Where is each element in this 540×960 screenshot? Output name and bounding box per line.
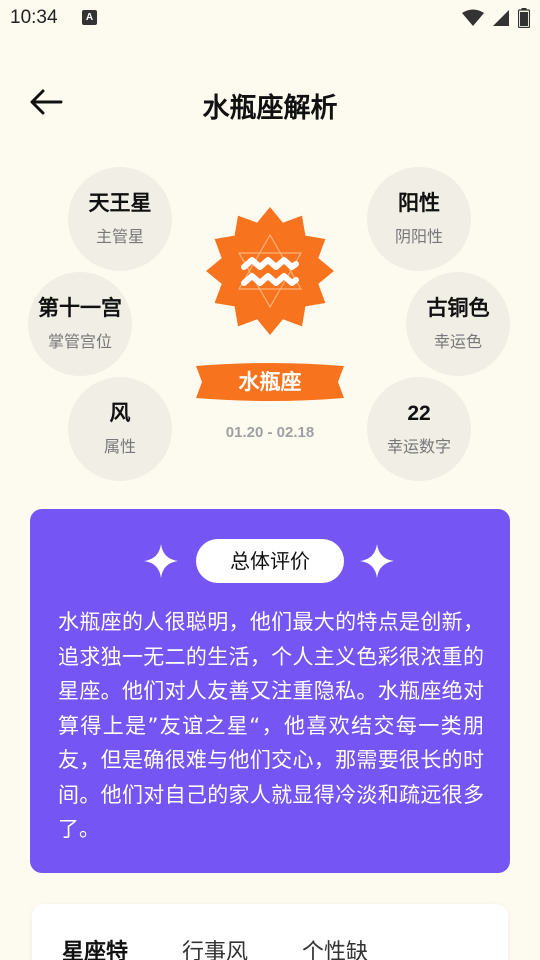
attr-label: 属性 xyxy=(103,436,136,456)
sparkle-icon xyxy=(360,544,394,578)
signal-icon xyxy=(493,10,509,26)
attr-label: 幸运数字 xyxy=(386,436,451,456)
attr-lucky-number: 22 幸运数字 xyxy=(367,377,471,481)
status-icons xyxy=(462,8,530,28)
attr-label: 阴阳性 xyxy=(394,226,443,246)
attr-house: 第十一宫 掌管宫位 xyxy=(28,272,132,376)
battery-icon xyxy=(518,8,530,28)
attr-label: 幸运色 xyxy=(433,331,482,351)
attr-value: 天王星 xyxy=(88,191,152,216)
evaluation-text: 水瓶座的人很聪明，他们最大的特点是创新，追求独一无二的生活，个人主义色彩很浓重的… xyxy=(58,610,484,841)
attr-polarity: 阳性 阴阳性 xyxy=(367,167,471,271)
aquarius-emblem-icon xyxy=(206,207,334,335)
attr-value: 阳性 xyxy=(398,191,440,216)
sign-date-range: 01.20 - 02.18 xyxy=(225,424,315,441)
trait-tabs-card: 星座特 行事风 个性缺 xyxy=(32,904,508,960)
attr-value: 22 xyxy=(407,402,431,426)
header: 水瓶座解析 xyxy=(0,72,540,132)
sparkle-icon xyxy=(144,544,178,578)
status-bar: 10:34 A xyxy=(0,0,540,38)
wifi-icon xyxy=(462,9,484,26)
attr-value: 古铜色 xyxy=(426,296,490,321)
page-title: 水瓶座解析 xyxy=(202,93,338,124)
evaluation-title: 总体评价 xyxy=(196,539,344,583)
tab-style[interactable]: 行事风 xyxy=(182,934,248,960)
attr-element: 风 属性 xyxy=(68,377,172,481)
attr-label: 主管星 xyxy=(95,226,144,246)
sign-name: 水瓶座 xyxy=(238,370,302,394)
tab-traits[interactable]: 星座特 xyxy=(62,934,128,960)
attr-label: 掌管宫位 xyxy=(47,331,112,351)
attr-value: 风 xyxy=(109,401,131,426)
tab-flaws[interactable]: 个性缺 xyxy=(302,934,368,960)
status-time: 10:34 xyxy=(10,7,58,28)
attr-ruling-planet: 天王星 主管星 xyxy=(68,167,172,271)
overall-evaluation-card: 总体评价 水瓶座的人很聪明，他们最大的特点是创新，追求独一无二的生活，个人主义色… xyxy=(30,509,510,873)
attr-value: 第十一宫 xyxy=(38,296,122,321)
notification-a-icon: A xyxy=(82,10,97,25)
attr-lucky-color: 古铜色 幸运色 xyxy=(406,272,510,376)
